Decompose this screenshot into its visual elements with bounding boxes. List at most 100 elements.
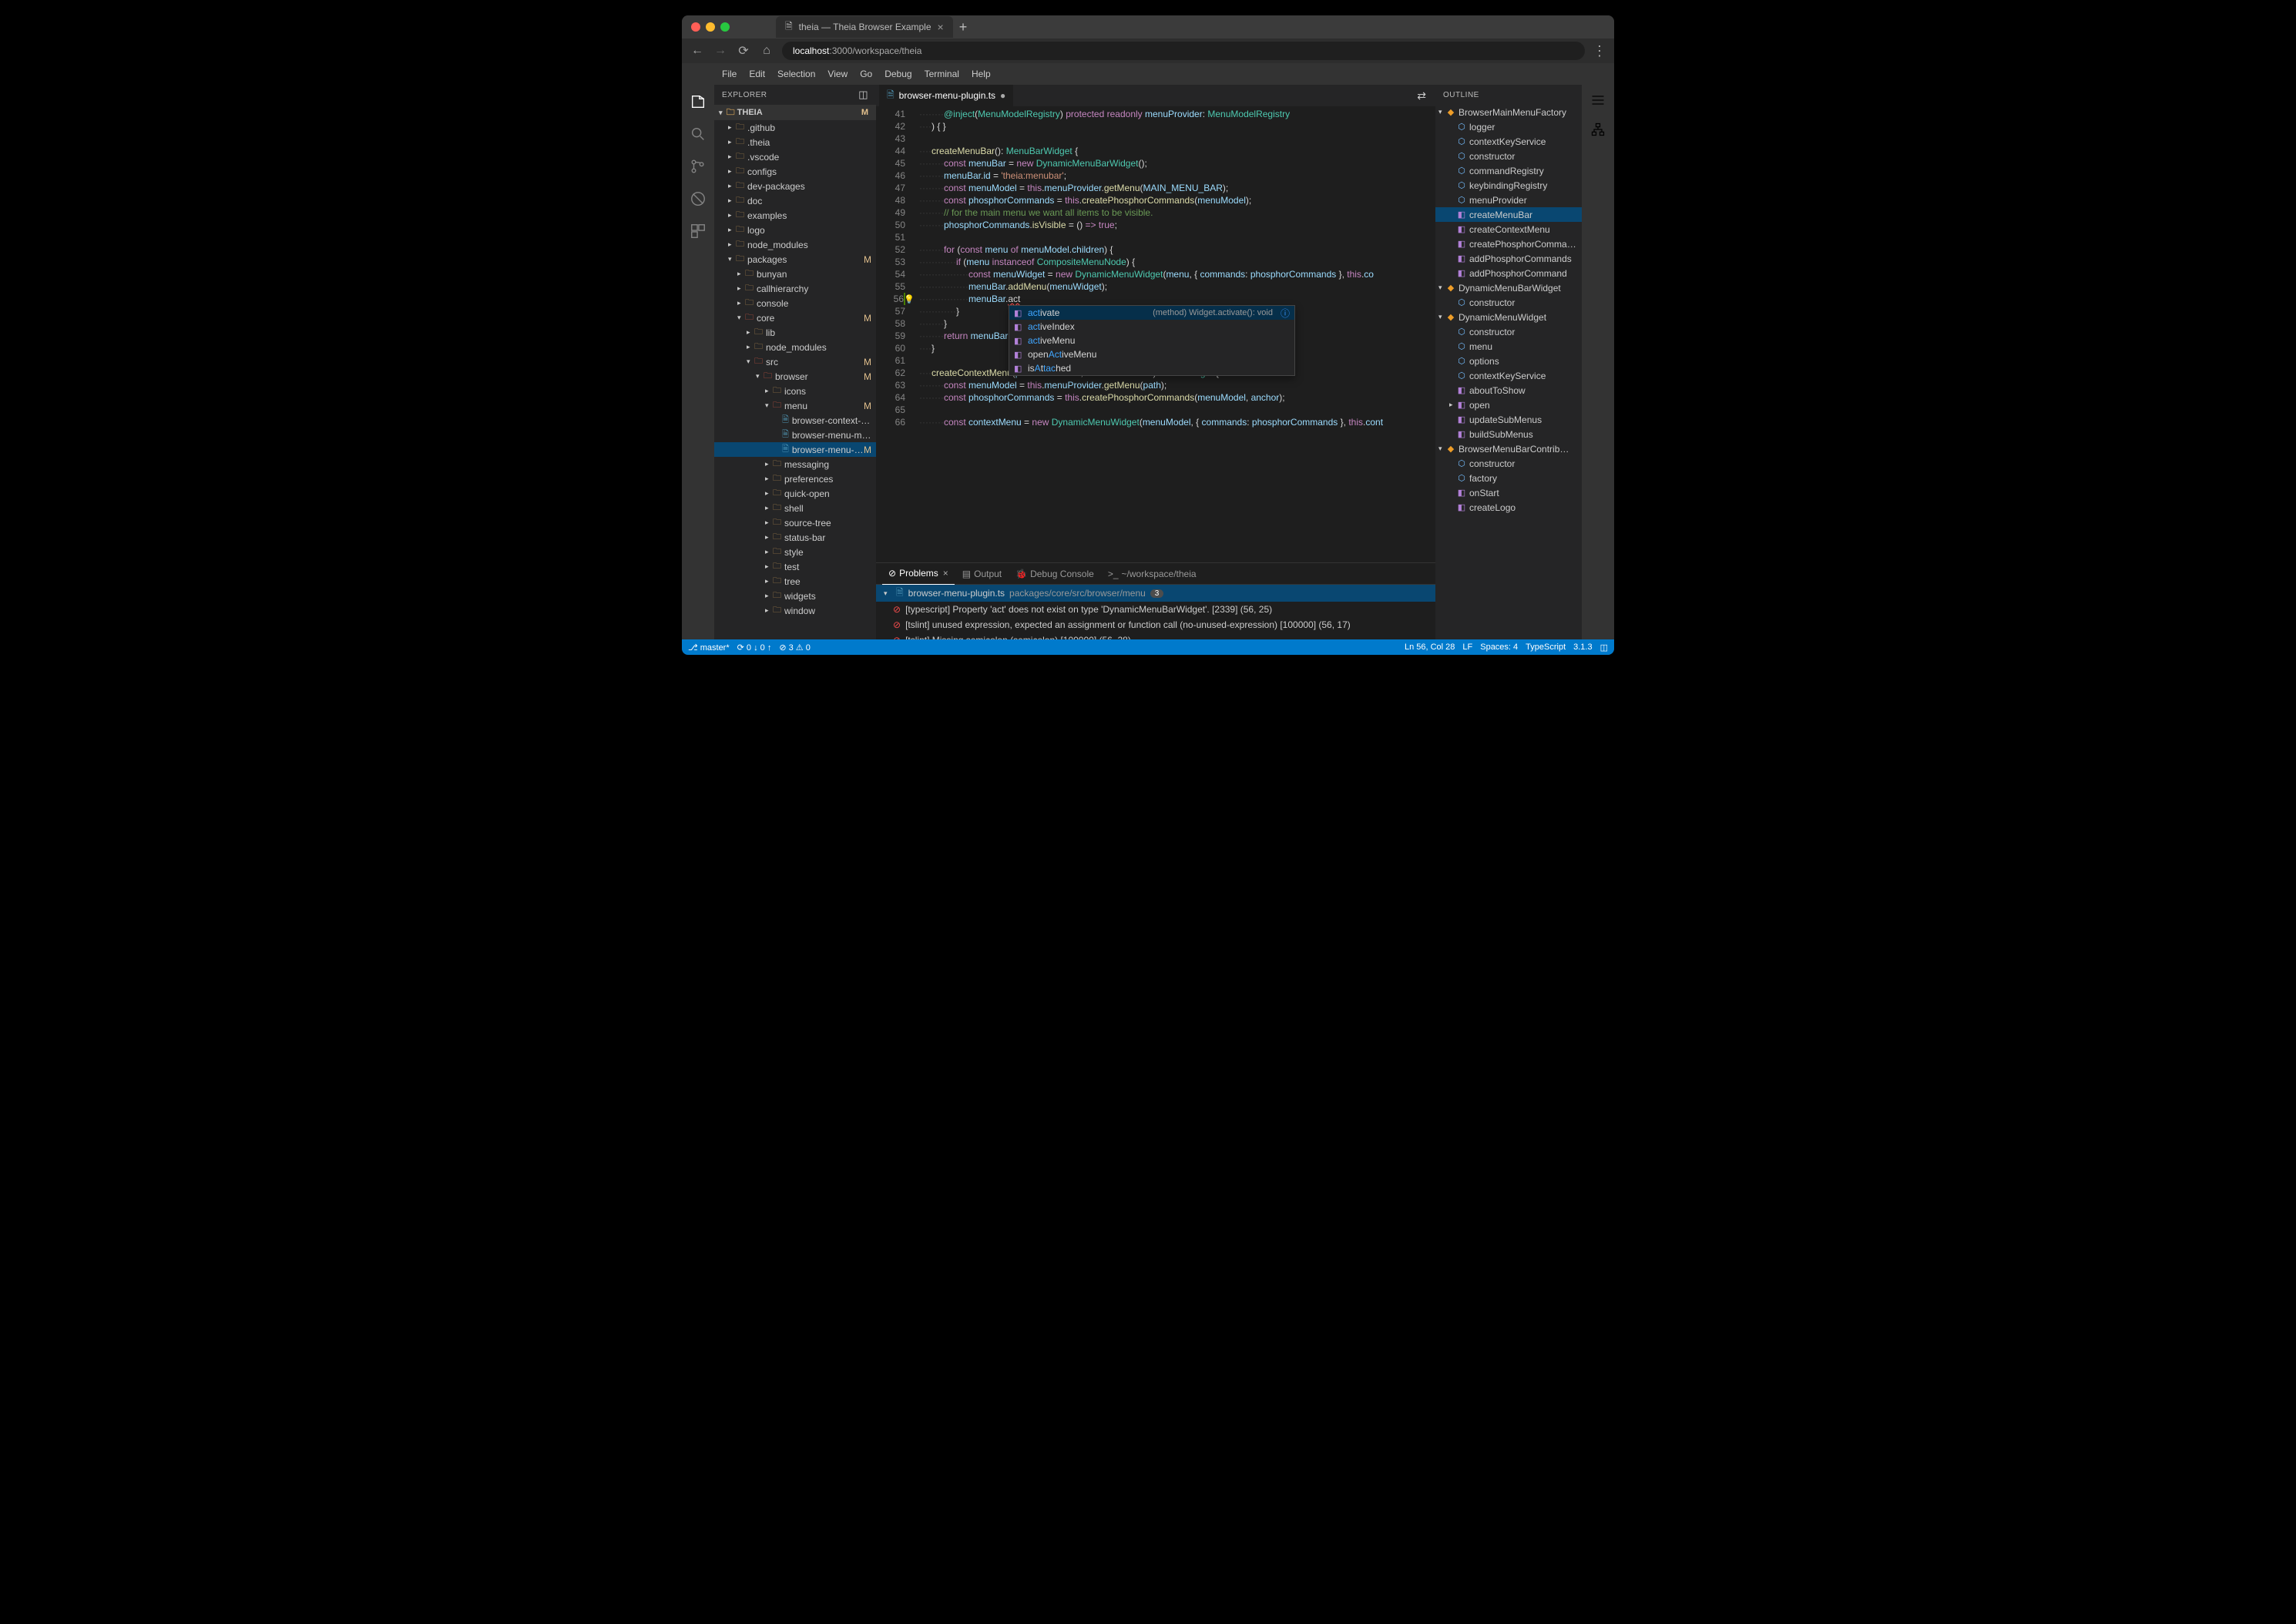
split-editor-icon[interactable]: ◫ — [858, 89, 868, 101]
tree-item[interactable]: ▾🗀srcM — [714, 354, 876, 369]
outline-item[interactable]: ⬡constructor — [1435, 324, 1582, 339]
tree-item[interactable]: ▸🗀tree — [714, 574, 876, 589]
tree-item[interactable]: ▸🗀node_modules — [714, 237, 876, 252]
outline-item[interactable]: ⬡contextKeyService — [1435, 368, 1582, 383]
status-item[interactable]: ◫ — [1600, 643, 1608, 653]
tree-item[interactable]: ▾🗀menuM — [714, 398, 876, 413]
menu-go[interactable]: Go — [854, 69, 878, 79]
menu-help[interactable]: Help — [965, 69, 997, 79]
outline-item[interactable]: ◧createContextMenu — [1435, 222, 1582, 237]
tree-item[interactable]: ▸🗀quick-open — [714, 486, 876, 501]
tree-item[interactable]: ▸🗀test — [714, 559, 876, 574]
outline-item[interactable]: ⬡contextKeyService — [1435, 134, 1582, 149]
problem-row[interactable]: ⊘[typescript] Property 'act' does not ex… — [876, 602, 1435, 617]
reload-button[interactable]: ⟳ — [736, 43, 751, 59]
browser-menu-button[interactable]: ⋮ — [1593, 43, 1606, 59]
status-item[interactable]: ⟳ 0 ↓ 0 ↑ — [737, 643, 772, 653]
zoom-window-button[interactable] — [720, 22, 730, 32]
tree-item[interactable]: ▸🗀.theia — [714, 135, 876, 149]
status-item[interactable]: LF — [1462, 643, 1472, 652]
menu-terminal[interactable]: Terminal — [918, 69, 965, 79]
status-item[interactable]: Spaces: 4 — [1480, 643, 1518, 652]
tree-item[interactable]: ▸🗀dev-packages — [714, 179, 876, 193]
tree-item[interactable]: ▸🗀callhierarchy — [714, 281, 876, 296]
outline-item[interactable]: ⬡commandRegistry — [1435, 163, 1582, 178]
status-item[interactable]: Ln 56, Col 28 — [1405, 643, 1455, 652]
close-window-button[interactable] — [691, 22, 700, 32]
outline-item[interactable]: ⬡constructor — [1435, 456, 1582, 471]
outline-item[interactable]: ▾◆BrowserMenuBarContrib… — [1435, 441, 1582, 456]
compare-icon[interactable]: ⇄ — [1417, 89, 1426, 102]
tree-item[interactable]: ▸🗀source-tree — [714, 515, 876, 530]
tree-item[interactable]: ▸🗀console — [714, 296, 876, 310]
tree-item[interactable]: ▾🗀browserM — [714, 369, 876, 384]
menu-edit[interactable]: Edit — [743, 69, 771, 79]
outline-item[interactable]: ◧createPhosphorComma… — [1435, 237, 1582, 251]
tree-item[interactable]: ▸🗀.vscode — [714, 149, 876, 164]
close-tab-icon[interactable]: × — [938, 21, 944, 33]
browser-tab[interactable]: 🗎 theia — Theia Browser Example × — [776, 16, 953, 38]
outline-item[interactable]: ◧addPhosphorCommand — [1435, 266, 1582, 280]
tree-item[interactable]: ▸🗀icons — [714, 384, 876, 398]
outline-item[interactable]: ◧createLogo — [1435, 500, 1582, 515]
debug-icon[interactable] — [689, 190, 707, 208]
menu-view[interactable]: View — [821, 69, 854, 79]
tree-item[interactable]: ▸🗀window — [714, 603, 876, 618]
status-item[interactable]: TypeScript — [1526, 643, 1566, 652]
hierarchy-icon[interactable] — [1590, 122, 1606, 137]
home-button[interactable]: ⌂ — [759, 44, 774, 58]
tree-item[interactable]: ▸🗀style — [714, 545, 876, 559]
menu-debug[interactable]: Debug — [878, 69, 918, 79]
suggest-item[interactable]: ◧openActiveMenu — [1009, 347, 1294, 361]
new-tab-button[interactable]: + — [959, 19, 968, 35]
outline-item[interactable]: ▸◧open — [1435, 398, 1582, 412]
back-button[interactable]: ← — [690, 44, 705, 58]
status-item[interactable]: ⎇ master* — [688, 643, 730, 653]
panel-tab[interactable]: 🐞Debug Console — [1009, 563, 1100, 585]
problem-file-header[interactable]: ▾ 🗎 browser-menu-plugin.ts packages/core… — [876, 585, 1435, 602]
outline-item[interactable]: ⬡menuProvider — [1435, 193, 1582, 207]
tree-item[interactable]: ▸🗀bunyan — [714, 267, 876, 281]
tree-item[interactable]: ▸🗀configs — [714, 164, 876, 179]
tree-item[interactable]: ▸🗀shell — [714, 501, 876, 515]
suggest-item[interactable]: ◧activeIndex — [1009, 320, 1294, 334]
tree-item[interactable]: ▸🗀doc — [714, 193, 876, 208]
problem-row[interactable]: ⊘[tslint] Missing semicolon (semicolon) … — [876, 632, 1435, 639]
outline-item[interactable]: ▾◆DynamicMenuWidget — [1435, 310, 1582, 324]
forward-button[interactable]: → — [713, 44, 728, 58]
tree-item[interactable]: ▸🗀lib — [714, 325, 876, 340]
extensions-icon[interactable] — [689, 222, 707, 240]
status-item[interactable]: 3.1.3 — [1573, 643, 1592, 652]
outline-item[interactable]: ⬡constructor — [1435, 149, 1582, 163]
outline-item[interactable]: ◧updateSubMenus — [1435, 412, 1582, 427]
tree-item[interactable]: ▸🗀status-bar — [714, 530, 876, 545]
search-icon[interactable] — [689, 125, 707, 143]
status-item[interactable]: ⊘ 3 ⚠ 0 — [779, 643, 810, 653]
panel-tab[interactable]: ⊘Problems× — [882, 563, 955, 585]
problem-row[interactable]: ⊘[tslint] unused expression, expected an… — [876, 617, 1435, 632]
suggest-widget[interactable]: ◧ activate (method) Widget.activate(): v… — [1009, 305, 1295, 376]
url-input[interactable]: localhost:3000/workspace/theia — [782, 42, 1585, 60]
tree-item[interactable]: ▸🗀logo — [714, 223, 876, 237]
panel-tab[interactable]: >_~/workspace/theia — [1102, 563, 1203, 585]
suggest-item[interactable]: ◧activeMenu — [1009, 334, 1294, 347]
outline-item[interactable]: ⬡logger — [1435, 119, 1582, 134]
outline-item[interactable]: ▾◆BrowserMainMenuFactory — [1435, 105, 1582, 119]
minimize-window-button[interactable] — [706, 22, 715, 32]
suggest-item[interactable]: ◧isAttached — [1009, 361, 1294, 375]
info-icon[interactable]: ⓘ — [1281, 307, 1290, 320]
outline-item[interactable]: ⬡options — [1435, 354, 1582, 368]
code-editor[interactable]: 41424344454647484950515253545556💡5758596… — [876, 106, 1435, 562]
outline-item[interactable]: ◧aboutToShow — [1435, 383, 1582, 398]
close-editor-tab-icon[interactable]: ● — [1000, 90, 1005, 101]
tree-item[interactable]: ▾🗀coreM — [714, 310, 876, 325]
panel-tab[interactable]: ▤Output — [956, 563, 1008, 585]
outline-item[interactable]: ⬡factory — [1435, 471, 1582, 485]
outline-toggle-icon[interactable] — [1590, 92, 1606, 108]
menu-file[interactable]: File — [716, 69, 743, 79]
tree-item[interactable]: ▸🗀preferences — [714, 471, 876, 486]
suggest-item[interactable]: ◧ activate (method) Widget.activate(): v… — [1009, 306, 1294, 320]
tree-item[interactable]: ▸🗀examples — [714, 208, 876, 223]
tree-item[interactable]: ▸🗀messaging — [714, 457, 876, 471]
git-icon[interactable] — [689, 157, 707, 176]
